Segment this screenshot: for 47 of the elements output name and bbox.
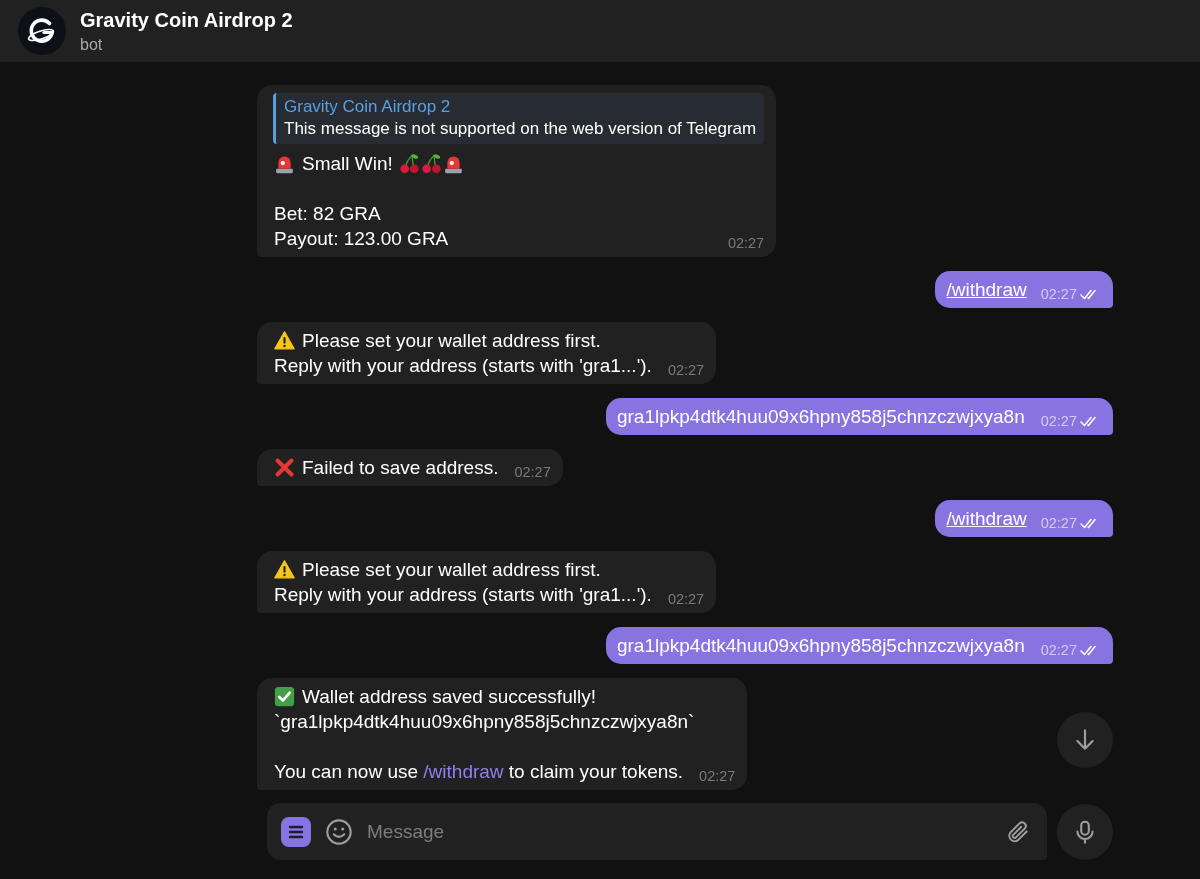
message-composer[interactable]: Message — [267, 803, 1047, 860]
message-time: 02:27 — [699, 768, 736, 784]
message-text: Please set your wallet address first. — [302, 329, 601, 353]
message-text: Please set your wallet address first. — [302, 558, 601, 582]
reply-quote[interactable]: Gravity Coin Airdrop 2 This message is not supported on the web version of Telegram — [273, 93, 765, 144]
chat-subtitle: bot — [80, 35, 104, 54]
smiley-icon — [325, 817, 353, 846]
message-time: 02:27 — [667, 591, 705, 607]
bot-menu-button[interactable] — [281, 816, 311, 847]
scroll-down-button[interactable] — [1057, 712, 1113, 768]
message-text: Reply with your address (starts with 'gra1...'). — [274, 354, 652, 378]
check-mark-icon — [274, 686, 295, 707]
cherries-icon — [398, 153, 420, 174]
paperclip-icon — [1005, 818, 1031, 845]
warning-icon — [274, 330, 295, 351]
command-link[interactable]: /withdraw — [946, 506, 1027, 531]
message-text: Bet: 82 GRA — [274, 202, 381, 226]
avatar-logo-icon[interactable] — [18, 7, 66, 55]
menu-icon — [288, 824, 304, 839]
message-time: 02:27 — [667, 362, 705, 378]
message-text: Failed to save address. — [302, 456, 499, 480]
message-text: Small Win! — [302, 152, 393, 176]
quote-author: Gravity Coin Airdrop 2 — [284, 96, 452, 118]
chat-title: Gravity Coin Airdrop 2 — [80, 8, 293, 33]
message-time: 02:27 — [1040, 642, 1077, 658]
command-link[interactable]: /withdraw — [423, 761, 504, 782]
message-text: gra1lpkp4dtk4huu09x6hpny858j5chnzczwjxya8n — [616, 405, 1025, 429]
command-link[interactable]: /withdraw — [946, 277, 1027, 302]
quote-text: This message is not supported on the web version of Telegram — [284, 118, 757, 140]
message-text: `gra1lpkp4dtk4huu09x6hpny858j5chnzczwjxya8n` — [274, 710, 695, 734]
message-time: 02:27 — [1040, 286, 1077, 302]
message-text: gra1lpkp4dtk4huu09x6hpny858j5chnzczwjxya8n — [616, 634, 1025, 658]
message-time: 02:27 — [1040, 515, 1077, 531]
emoji-button[interactable] — [325, 817, 353, 846]
cross-icon — [274, 457, 295, 478]
message-time: 02:27 — [1040, 413, 1077, 429]
message-text: Wallet address saved successfully! — [302, 685, 596, 709]
message-time: 02:27 — [514, 464, 551, 480]
attach-button[interactable] — [1005, 818, 1031, 845]
voice-record-button[interactable] — [1057, 804, 1113, 860]
message-text: You can now use /withdraw to claim your tokens. — [274, 760, 684, 784]
message-input[interactable]: Message — [367, 816, 991, 847]
message-text: Payout: 123.00 GRA — [274, 227, 449, 251]
cherries-icon — [420, 153, 442, 174]
warning-icon — [274, 559, 295, 580]
message-text: Reply with your address (starts with 'gra1...'). — [274, 583, 652, 607]
message-time: 02:27 — [727, 235, 765, 251]
